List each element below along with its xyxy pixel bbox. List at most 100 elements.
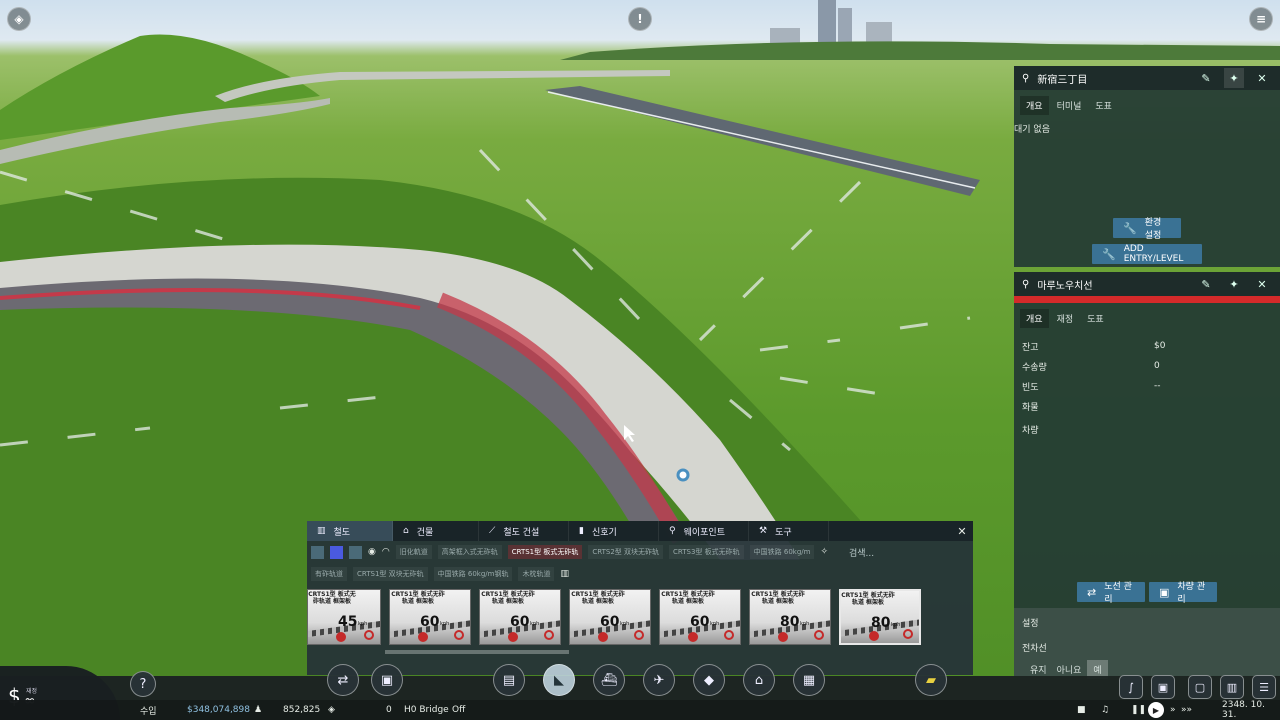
track-tool-icon[interactable]: ∫ — [1119, 675, 1143, 699]
bridge-state[interactable]: Off — [452, 705, 465, 715]
chip-filter[interactable]: CRTS1型 双块无砟轨 — [353, 567, 428, 581]
magic-wand-icon[interactable]: ✧ — [820, 547, 828, 557]
city-icon[interactable]: ▥ — [1220, 675, 1244, 699]
track-card[interactable]: CRTS1型 板式无砟轨道 框架板 60 kph — [569, 589, 651, 645]
chip-filter[interactable]: 有砟轨道 — [311, 567, 347, 581]
build-panel: ▥ 철도 ⌂ 건물 ⟋ 철도 건설 ▮ 신호기 ⚲ 웨이포인트 ⚒ 도구 ✕ ◉ ◠ 旧化軌… — [307, 521, 973, 675]
station-title: 新宿三丁目 — [1037, 74, 1088, 86]
circle-filter-icon[interactable]: ◉ — [368, 547, 376, 557]
chip-filter[interactable]: 旧化軌道 — [395, 545, 432, 559]
close-icon[interactable]: ✕ — [951, 521, 973, 541]
pin-icon[interactable]: ✦ — [1224, 274, 1244, 294]
filter-row-2: 有砟轨道 CRTS1型 双块无砟轨 中国铁路 60kg/m钢轨 木枕轨道 ▥ — [307, 563, 973, 585]
depot-icon[interactable]: ▤ — [493, 664, 525, 696]
station-tabs: 개요 터미널 도표 — [1014, 90, 1280, 115]
tab-signal[interactable]: ▮ 신호기 — [569, 521, 659, 541]
tab-building[interactable]: ⌂ 건물 — [393, 521, 479, 541]
chip-filter[interactable]: CRTS1型 板式无砟轨 — [507, 545, 583, 559]
tab-chart[interactable]: 도표 — [1081, 309, 1110, 328]
row-cargo: 화물 — [1022, 402, 1039, 413]
build-tabs: ▥ 철도 ⌂ 건물 ⟋ 철도 건설 ▮ 신호기 ⚲ 웨이포인트 ⚒ 도구 ✕ — [307, 521, 973, 541]
lines-icon[interactable]: ⇄ — [327, 664, 359, 696]
airport-icon[interactable]: ✈ — [643, 664, 675, 696]
game-date: 2348. 10. 31. — [1222, 700, 1265, 720]
no-entry-icon — [544, 630, 554, 640]
bus-stop-icon[interactable]: ▣ — [1151, 675, 1175, 699]
tab-chart[interactable]: 도표 — [1089, 96, 1118, 115]
arc-filter-icon[interactable]: ◠ — [382, 547, 390, 557]
vehicle-manage-button[interactable]: ▣ 차량 관리 — [1149, 582, 1217, 605]
filter-row-1: ◉ ◠ 旧化軌道 高架框入式无砟轨 CRTS1型 板式无砟轨 CRTS2型 双块… — [307, 541, 973, 563]
track-card[interactable]: CRTS1型 板式无砟轨道 框架板 60 kph — [389, 589, 471, 645]
pause-icon[interactable]: ❚❚ — [1131, 705, 1146, 715]
grey-filter-icon[interactable] — [349, 545, 362, 559]
pin-icon — [508, 632, 518, 642]
camera-icon[interactable]: ■ — [1077, 705, 1086, 715]
track-card[interactable]: CRTS1型 板式无砟轨道 框架板 60 kph — [479, 589, 561, 645]
grid-filter-icon[interactable] — [311, 545, 324, 559]
no-entry-icon — [364, 630, 374, 640]
edit-icon[interactable]: ✎ — [1196, 68, 1216, 88]
settings-icon[interactable]: ☰ — [1252, 675, 1276, 699]
search-input[interactable]: 검색... — [845, 546, 969, 559]
settings-label: 설정 — [1022, 619, 1039, 629]
layers-icon[interactable]: ◈ — [7, 7, 31, 31]
env-settings-button[interactable]: 🔧 환경 설정 — [1113, 218, 1181, 241]
no-entry-icon — [724, 630, 734, 640]
tab-rail-build[interactable]: ⟋ 철도 건설 — [479, 521, 569, 541]
track-card[interactable]: CRTS1型 板式无砟轨道 框架板 80 kph — [749, 589, 831, 645]
station-icon[interactable]: ⛴ — [593, 664, 625, 696]
bridge-mode[interactable]: H0 Bridge — [404, 705, 449, 715]
rail-filter-icon[interactable]: ▥ — [560, 569, 569, 579]
income-label: 수입 — [140, 706, 157, 717]
track-card[interactable]: CRTS1型 板式无砟轨道 框架板 45 kph — [307, 589, 381, 645]
tab-finance[interactable]: 재정 — [1051, 309, 1080, 328]
row-transported: 수송량 0 — [1022, 361, 1160, 373]
chip-filter[interactable]: CRTS3型 板式无砟轨 — [669, 545, 744, 559]
train-icon[interactable]: ◣ — [543, 664, 575, 696]
industry-icon[interactable]: ▦ — [793, 664, 825, 696]
blue-filter-icon[interactable] — [330, 545, 343, 559]
line-settings: 설정 전차선 유지 아니요 예 — [1014, 608, 1280, 679]
chip-filter[interactable]: 木枕轨道 — [518, 567, 555, 581]
track-card[interactable]: CRTS1型 板式无砟轨道 框架板 60 kph — [659, 589, 741, 645]
train-stop-icon[interactable]: ▢ — [1188, 675, 1212, 699]
menu-icon[interactable]: ≡ — [1249, 7, 1273, 31]
tab-tools[interactable]: ⚒ 도구 — [749, 521, 829, 541]
pin-icon — [778, 632, 788, 642]
edit-icon[interactable]: ✎ — [1196, 274, 1216, 294]
tab-overview[interactable]: 개요 — [1020, 96, 1049, 115]
pin-icon[interactable]: ✦ — [1224, 68, 1244, 88]
line-manage-button[interactable]: ⇄ 노선 관리 — [1077, 582, 1145, 605]
tab-waypoint[interactable]: ⚲ 웨이포인트 — [659, 521, 749, 541]
chip-filter[interactable]: 高架框入式无砟轨 — [437, 545, 502, 559]
terrain-icon[interactable]: ◆ — [693, 664, 725, 696]
track-card-selected[interactable]: CRTS1型 板式无砟轨道 框架板 80 kph — [839, 589, 921, 645]
wrench-icon: 🔧 — [1123, 221, 1137, 235]
play-icon[interactable]: ▶ — [1148, 702, 1164, 718]
tab-terminal[interactable]: 터미널 — [1051, 96, 1088, 115]
add-entry-button[interactable]: 🔧 ADD ENTRY/LEVEL — [1092, 244, 1202, 264]
chip-filter[interactable]: CRTS2型 双块无砟轨 — [588, 545, 663, 559]
scroll-thumb[interactable] — [385, 650, 569, 654]
electrify-label: 전차선 — [1022, 644, 1047, 654]
close-icon[interactable]: ✕ — [1252, 274, 1272, 294]
bulldozer-icon[interactable]: ▰ — [915, 664, 947, 696]
vehicles-icon[interactable]: ▣ — [371, 664, 403, 696]
help-icon[interactable]: ? — [130, 671, 156, 697]
card-scrollbar[interactable] — [307, 649, 973, 655]
row-frequency: 빈도 -- — [1022, 381, 1161, 393]
line-title: 마루노우치선 — [1037, 280, 1093, 292]
tab-rail[interactable]: ▥ 철도 — [307, 521, 393, 541]
chip-filter[interactable]: 中国铁路 60kg/m钢轨 — [433, 567, 513, 581]
main-toolbar — [0, 676, 1280, 700]
music-icon[interactable]: ♫ — [1101, 705, 1109, 715]
close-icon[interactable]: ✕ — [1252, 68, 1272, 88]
faster-icon[interactable]: »» — [1181, 705, 1192, 715]
tab-overview[interactable]: 개요 — [1020, 309, 1049, 328]
alert-icon[interactable]: ! — [628, 7, 652, 31]
fast-forward-icon[interactable]: » — [1170, 705, 1176, 715]
chip-filter[interactable]: 中国铁路 60kg/m — [749, 545, 815, 559]
town-icon[interactable]: ⌂ — [743, 664, 775, 696]
pin-icon — [336, 632, 346, 642]
